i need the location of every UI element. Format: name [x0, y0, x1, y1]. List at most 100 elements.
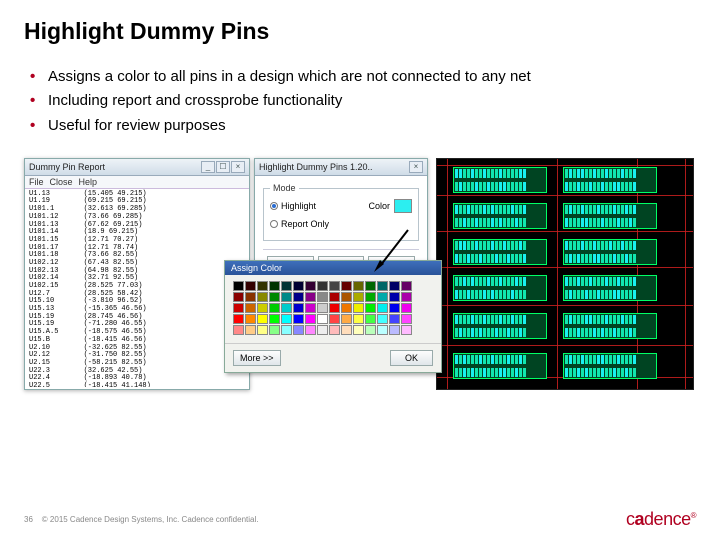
menu-help[interactable]: Help: [79, 177, 98, 187]
palette-more-button[interactable]: More >>: [233, 350, 281, 366]
palette-cell[interactable]: [305, 314, 316, 324]
mode-group: Mode Highlight Color: [263, 188, 419, 241]
palette-cell[interactable]: [305, 292, 316, 302]
palette-cell[interactable]: [281, 303, 292, 313]
palette-cell[interactable]: [389, 292, 400, 302]
palette-cell[interactable]: [353, 303, 364, 313]
palette-cell[interactable]: [305, 281, 316, 291]
radio-highlight-label: Highlight: [281, 201, 316, 211]
palette-cell[interactable]: [317, 303, 328, 313]
palette-cell[interactable]: [389, 303, 400, 313]
palette-cell[interactable]: [389, 325, 400, 335]
maximize-icon[interactable]: ☐: [216, 161, 230, 173]
palette-cell[interactable]: [245, 292, 256, 302]
palette-cell[interactable]: [305, 303, 316, 313]
palette-cell[interactable]: [329, 303, 340, 313]
palette-cell[interactable]: [269, 325, 280, 335]
menu-close[interactable]: Close: [50, 177, 73, 187]
palette-cell[interactable]: [245, 325, 256, 335]
palette-cell[interactable]: [401, 292, 412, 302]
palette-cell[interactable]: [365, 303, 376, 313]
palette-cell[interactable]: [341, 314, 352, 324]
palette-ok-button[interactable]: OK: [390, 350, 433, 366]
palette-cell[interactable]: [317, 314, 328, 324]
palette-cell[interactable]: [353, 292, 364, 302]
images-row: Dummy Pin Report _ ☐ × File Close Help U…: [24, 158, 696, 390]
palette-cell[interactable]: [233, 314, 244, 324]
palette-cell[interactable]: [341, 292, 352, 302]
palette-cell[interactable]: [233, 303, 244, 313]
report-window: Dummy Pin Report _ ☐ × File Close Help U…: [24, 158, 250, 390]
palette-cell[interactable]: [365, 325, 376, 335]
palette-cell[interactable]: [305, 325, 316, 335]
palette-cell[interactable]: [233, 281, 244, 291]
palette-cell[interactable]: [353, 314, 364, 324]
palette-cell[interactable]: [281, 325, 292, 335]
palette-cell[interactable]: [233, 325, 244, 335]
palette-cell[interactable]: [281, 292, 292, 302]
bullet-item: Useful for review purposes: [30, 116, 696, 136]
palette-cell[interactable]: [257, 292, 268, 302]
palette-cell[interactable]: [293, 314, 304, 324]
palette-cell[interactable]: [245, 281, 256, 291]
pcb-view: [436, 158, 694, 390]
palette-cell[interactable]: [317, 325, 328, 335]
palette-cell[interactable]: [269, 292, 280, 302]
palette-cell[interactable]: [401, 281, 412, 291]
palette-cell[interactable]: [377, 325, 388, 335]
palette-cell[interactable]: [257, 281, 268, 291]
palette-cell[interactable]: [377, 281, 388, 291]
menu-file[interactable]: File: [29, 177, 44, 187]
palette-cell[interactable]: [317, 292, 328, 302]
palette-cell[interactable]: [245, 303, 256, 313]
palette-cell[interactable]: [401, 314, 412, 324]
palette-cell[interactable]: [365, 314, 376, 324]
palette-cell[interactable]: [317, 281, 328, 291]
report-titlebar: Dummy Pin Report _ ☐ ×: [25, 159, 249, 176]
palette-cell[interactable]: [245, 314, 256, 324]
radio-highlight[interactable]: [270, 202, 278, 210]
palette-cell[interactable]: [269, 314, 280, 324]
minimize-icon[interactable]: _: [201, 161, 215, 173]
palette-cell[interactable]: [281, 314, 292, 324]
palette-cell[interactable]: [401, 303, 412, 313]
palette-cell[interactable]: [365, 281, 376, 291]
palette-cell[interactable]: [365, 292, 376, 302]
palette-cell[interactable]: [341, 325, 352, 335]
color-swatch-button[interactable]: [394, 199, 412, 213]
palette-cell[interactable]: [269, 281, 280, 291]
report-menubar: File Close Help: [25, 176, 249, 189]
cadence-logo: cadence®: [626, 509, 696, 530]
palette-cell[interactable]: [341, 303, 352, 313]
palette-cell[interactable]: [293, 325, 304, 335]
palette-cell[interactable]: [257, 314, 268, 324]
palette-cell[interactable]: [233, 292, 244, 302]
palette-cell[interactable]: [341, 281, 352, 291]
palette-cell[interactable]: [269, 303, 280, 313]
palette-cell[interactable]: [389, 314, 400, 324]
palette-cell[interactable]: [329, 325, 340, 335]
palette-cell[interactable]: [257, 325, 268, 335]
palette-cell[interactable]: [329, 292, 340, 302]
radio-report-only[interactable]: [270, 220, 278, 228]
palette-cell[interactable]: [377, 314, 388, 324]
palette-cell[interactable]: [293, 292, 304, 302]
palette-cell[interactable]: [401, 325, 412, 335]
palette-cell[interactable]: [377, 292, 388, 302]
palette-cell[interactable]: [377, 303, 388, 313]
palette-cell[interactable]: [329, 281, 340, 291]
palette-cell[interactable]: [389, 281, 400, 291]
palette-cell[interactable]: [329, 314, 340, 324]
palette-grid[interactable]: [233, 281, 433, 335]
close-icon[interactable]: ×: [231, 161, 245, 173]
palette-cell[interactable]: [293, 281, 304, 291]
palette-cell[interactable]: [281, 281, 292, 291]
palette-cell[interactable]: [353, 325, 364, 335]
report-body: U1.13 (15.405 49.215) U1.19 (69.215 69.2…: [25, 189, 249, 387]
close-icon[interactable]: ×: [409, 161, 423, 173]
hl-titlebar: Highlight Dummy Pins 1.20.. ×: [255, 159, 427, 176]
palette-cell[interactable]: [257, 303, 268, 313]
palette-cell[interactable]: [353, 281, 364, 291]
group-label: Mode: [270, 183, 299, 193]
palette-cell[interactable]: [293, 303, 304, 313]
